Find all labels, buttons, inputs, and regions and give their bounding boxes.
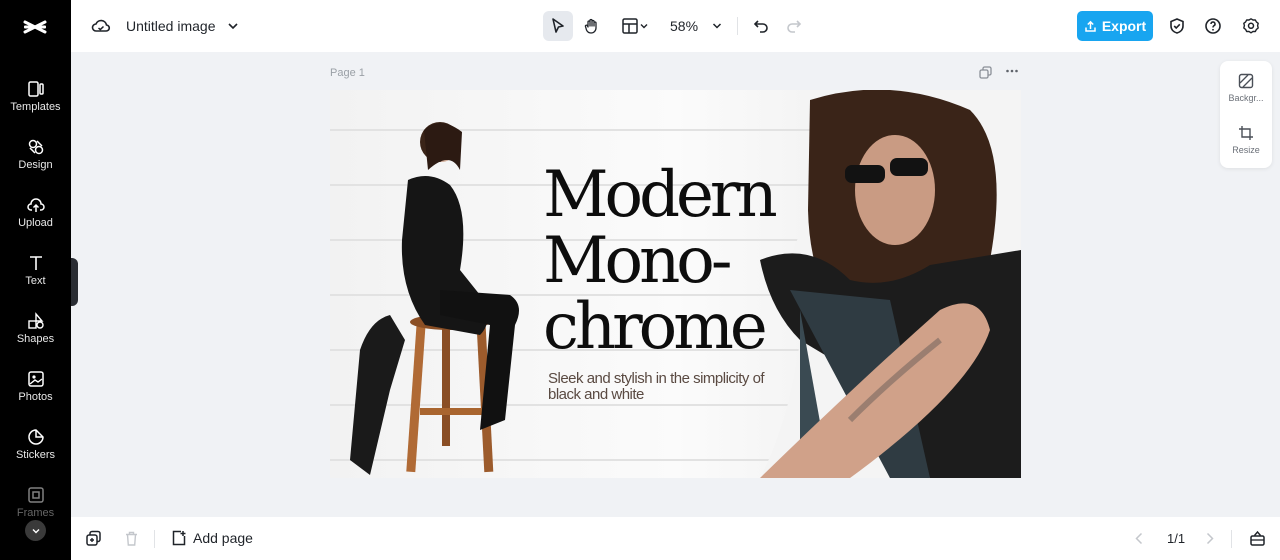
duplicate-page-icon[interactable] xyxy=(979,66,992,79)
chevron-down-icon[interactable] xyxy=(226,19,240,33)
bottom-toolbar: Add page 1/1 xyxy=(71,517,1280,560)
sidebar-item-text[interactable]: Text xyxy=(0,252,71,304)
photos-icon xyxy=(27,371,44,387)
sidebar-item-design[interactable]: Design xyxy=(0,136,71,188)
headline-line: Mono- xyxy=(543,224,732,298)
undo-icon xyxy=(753,20,768,33)
sidebar-item-stickers[interactable]: Stickers xyxy=(0,426,71,478)
headline-line: chrome xyxy=(543,290,768,364)
sidebar-item-label: Text xyxy=(25,275,46,287)
sidebar-item-label: Stickers xyxy=(15,449,56,461)
sidebar-item-templates[interactable]: Templates xyxy=(0,78,71,130)
sidebar-item-label: Shapes xyxy=(16,333,55,345)
trash-icon[interactable] xyxy=(123,530,140,547)
capcut-logo xyxy=(23,20,47,34)
gear-icon xyxy=(1243,18,1259,34)
headline-line: Modern xyxy=(543,158,778,232)
resize-icon xyxy=(1239,126,1253,140)
sidebar-item-label: Upload xyxy=(18,217,53,229)
layout-icon xyxy=(622,18,638,34)
chevron-down-icon xyxy=(712,23,722,29)
chevron-down-icon xyxy=(640,24,648,29)
duplicate-page-icon[interactable] xyxy=(85,530,102,547)
shapes-icon xyxy=(27,312,44,329)
stickers-icon xyxy=(27,429,44,445)
redo-button[interactable] xyxy=(782,11,806,41)
add-page-label: Add page xyxy=(193,530,253,546)
page-label: Page 1 xyxy=(330,67,365,79)
background-icon xyxy=(1238,73,1254,89)
zoom-level[interactable]: 58% xyxy=(670,18,698,34)
hand-tool-button[interactable] xyxy=(577,11,607,41)
export-label: Export xyxy=(1101,18,1147,34)
more-options-icon[interactable] xyxy=(1005,64,1019,78)
more-tools-button[interactable] xyxy=(25,520,46,541)
sidebar-item-upload[interactable]: Upload xyxy=(0,194,71,246)
background-button[interactable]: Backgr... xyxy=(1220,73,1272,119)
document-title[interactable]: Untitled image xyxy=(126,18,216,34)
select-tool-button[interactable] xyxy=(543,11,573,41)
hand-icon xyxy=(584,18,597,34)
sidebar-item-label: Templates xyxy=(10,101,61,113)
right-tool-panel: Backgr... Resize xyxy=(1220,61,1272,168)
frames-icon xyxy=(27,487,44,503)
text-icon xyxy=(29,256,42,270)
resize-button[interactable]: Resize xyxy=(1220,125,1272,171)
toolbar-divider xyxy=(1231,530,1232,548)
layout-menu-button[interactable] xyxy=(617,11,653,41)
security-button[interactable] xyxy=(1165,11,1189,41)
export-button[interactable]: Export xyxy=(1077,11,1153,41)
toolbar-divider xyxy=(737,17,738,35)
add-page-button[interactable]: Add page xyxy=(171,528,253,548)
chevron-right-icon[interactable] xyxy=(1201,530,1218,547)
cursor-icon xyxy=(552,18,564,33)
templates-icon xyxy=(27,81,44,97)
zoom-dropdown-button[interactable] xyxy=(707,11,727,41)
page-manager-icon[interactable] xyxy=(1249,530,1266,547)
sidebar-collapse-handle[interactable] xyxy=(71,258,78,306)
help-icon xyxy=(1205,18,1221,34)
redo-icon xyxy=(787,20,802,33)
sidebar-item-label: Frames xyxy=(16,507,55,519)
chevron-left-icon[interactable] xyxy=(1131,530,1148,547)
export-icon xyxy=(1085,20,1096,32)
subheading-text[interactable]: Sleek and stylish in the simplicity of b… xyxy=(548,371,768,403)
sidebar-item-shapes[interactable]: Shapes xyxy=(0,310,71,362)
sidebar-item-label: Design xyxy=(18,159,53,171)
sidebar-item-label: Photos xyxy=(18,391,53,403)
sidebar-item-photos[interactable]: Photos xyxy=(0,368,71,420)
upload-icon xyxy=(26,198,45,212)
design-icon xyxy=(28,139,43,155)
shield-check-icon xyxy=(1170,18,1184,34)
cloud-sync-icon[interactable] xyxy=(91,16,111,36)
top-toolbar: Untitled image 58% Export xyxy=(71,0,1280,52)
help-button[interactable] xyxy=(1201,11,1225,41)
chevron-down-icon xyxy=(32,528,39,533)
toolbar-divider xyxy=(154,530,155,548)
headline-text[interactable]: Modern Mono- chrome xyxy=(543,158,778,364)
add-page-icon xyxy=(172,530,186,546)
undo-button[interactable] xyxy=(749,11,773,41)
left-sidebar: Templates Design Upload Text Shapes Phot… xyxy=(0,0,71,560)
settings-button[interactable] xyxy=(1239,11,1263,41)
page-counter: 1/1 xyxy=(1167,531,1186,546)
design-canvas[interactable]: Modern Mono- chrome Sleek and stylish in… xyxy=(330,90,1021,478)
background-label: Backgr... xyxy=(1228,93,1264,103)
resize-label: Resize xyxy=(1232,145,1260,155)
